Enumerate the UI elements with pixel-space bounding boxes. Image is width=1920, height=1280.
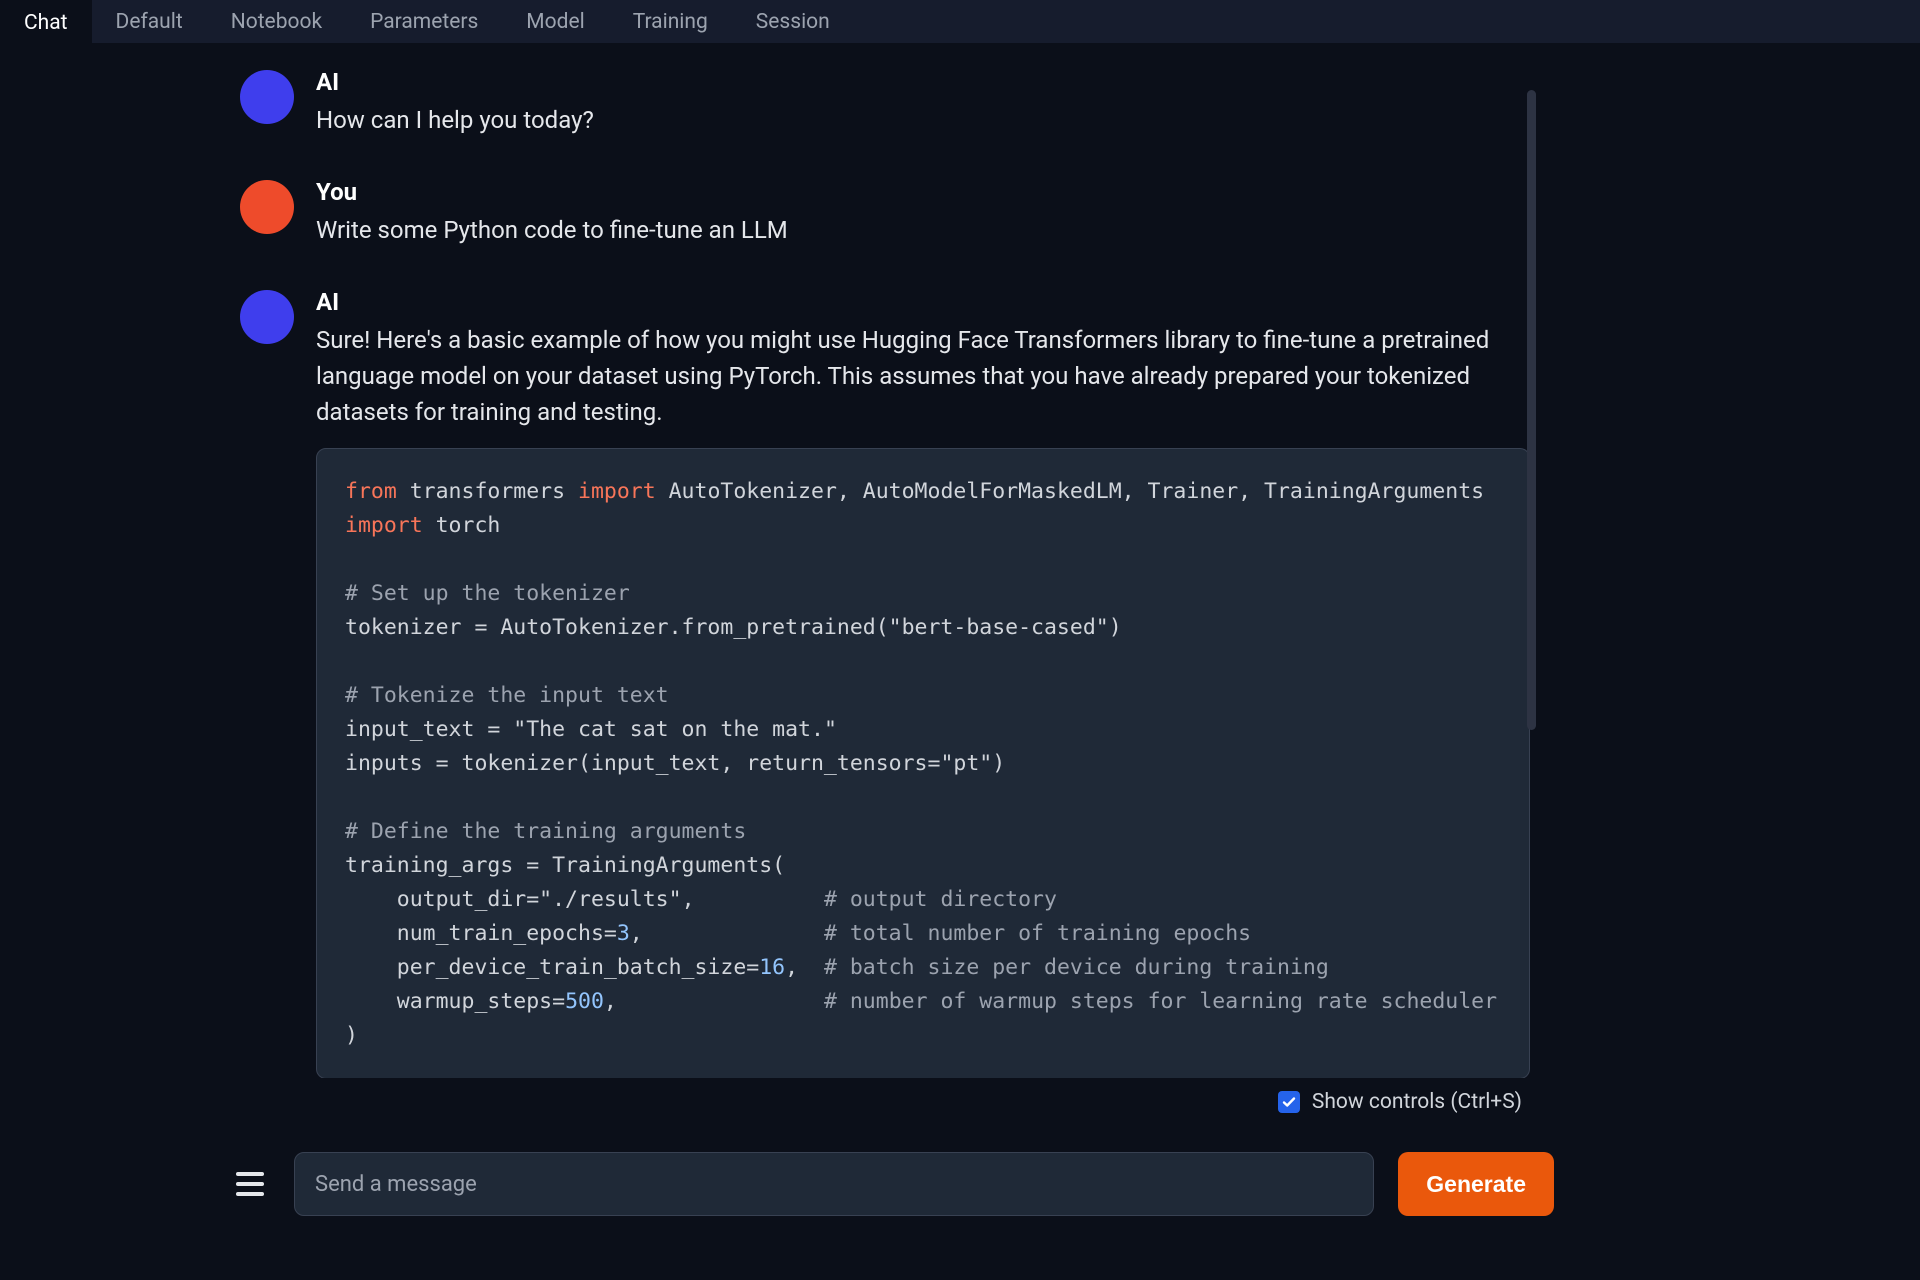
avatar-ai-icon (240, 290, 294, 344)
show-controls-row: Show controls (Ctrl+S) (1278, 1090, 1522, 1114)
tab-notebook[interactable]: Notebook (207, 0, 346, 43)
check-icon (1281, 1094, 1297, 1110)
message-text: How can I help you today? (316, 102, 1530, 138)
show-controls-checkbox[interactable] (1278, 1091, 1300, 1113)
avatar-ai-icon (240, 70, 294, 124)
tab-model[interactable]: Model (502, 0, 608, 43)
input-row: Send a message Generate (236, 1152, 1554, 1216)
message-input[interactable]: Send a message (294, 1152, 1374, 1216)
role-label: AI (316, 288, 1530, 316)
avatar-you-icon (240, 180, 294, 234)
generate-button[interactable]: Generate (1398, 1152, 1554, 1216)
tab-default[interactable]: Default (92, 0, 207, 43)
role-label: You (316, 178, 1530, 206)
tab-session[interactable]: Session (732, 0, 854, 43)
tab-chat[interactable]: Chat (0, 0, 92, 43)
chat-area: AI How can I help you today? You Write s… (0, 44, 1920, 1280)
code-block[interactable]: from transformers import AutoTokenizer, … (316, 448, 1530, 1078)
message-ai-1: AI How can I help you today? (240, 68, 1530, 138)
messages-list: AI How can I help you today? You Write s… (240, 68, 1530, 1078)
message-ai-2: AI Sure! Here's a basic example of how y… (240, 288, 1530, 1078)
message-text: Sure! Here's a basic example of how you … (316, 322, 1530, 430)
message-you-1: You Write some Python code to fine-tune … (240, 178, 1530, 248)
hamburger-icon[interactable] (236, 1172, 264, 1196)
show-controls-label: Show controls (Ctrl+S) (1312, 1090, 1522, 1114)
role-label: AI (316, 68, 1530, 96)
scrollbar[interactable] (1527, 90, 1536, 730)
tab-parameters[interactable]: Parameters (346, 0, 502, 43)
tab-training[interactable]: Training (609, 0, 732, 43)
top-tabs: Chat Default Notebook Parameters Model T… (0, 0, 1920, 44)
message-text: Write some Python code to fine-tune an L… (316, 212, 1530, 248)
